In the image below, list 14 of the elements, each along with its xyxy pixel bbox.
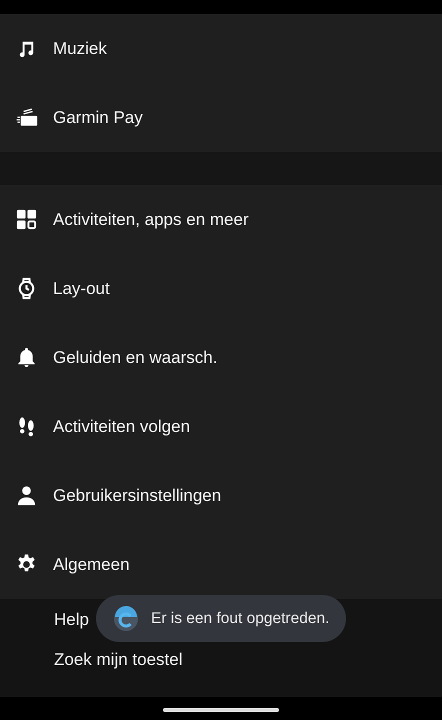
- app-logo-icon: [113, 606, 139, 632]
- menu-item[interactable]: Garmin Pay: [0, 83, 442, 152]
- menu-link[interactable]: Zoek mijn toestel: [54, 649, 442, 670]
- menu-item[interactable]: Geluiden en waarsch.: [0, 323, 442, 392]
- toast-message: Er is een fout opgetreden.: [151, 610, 330, 628]
- person-icon: [15, 484, 38, 507]
- home-indicator[interactable]: [163, 708, 279, 712]
- menu-item[interactable]: Gebruikersinstellingen: [0, 461, 442, 530]
- menu-item[interactable]: Activiteiten volgen: [0, 392, 442, 461]
- menu-item[interactable]: Algemeen: [0, 530, 442, 599]
- menu-item[interactable]: Activiteiten, apps en meer: [0, 185, 442, 254]
- grid-icon: [15, 208, 38, 231]
- menu-item[interactable]: Lay-out: [0, 254, 442, 323]
- menu-item[interactable]: Muziek: [0, 14, 442, 83]
